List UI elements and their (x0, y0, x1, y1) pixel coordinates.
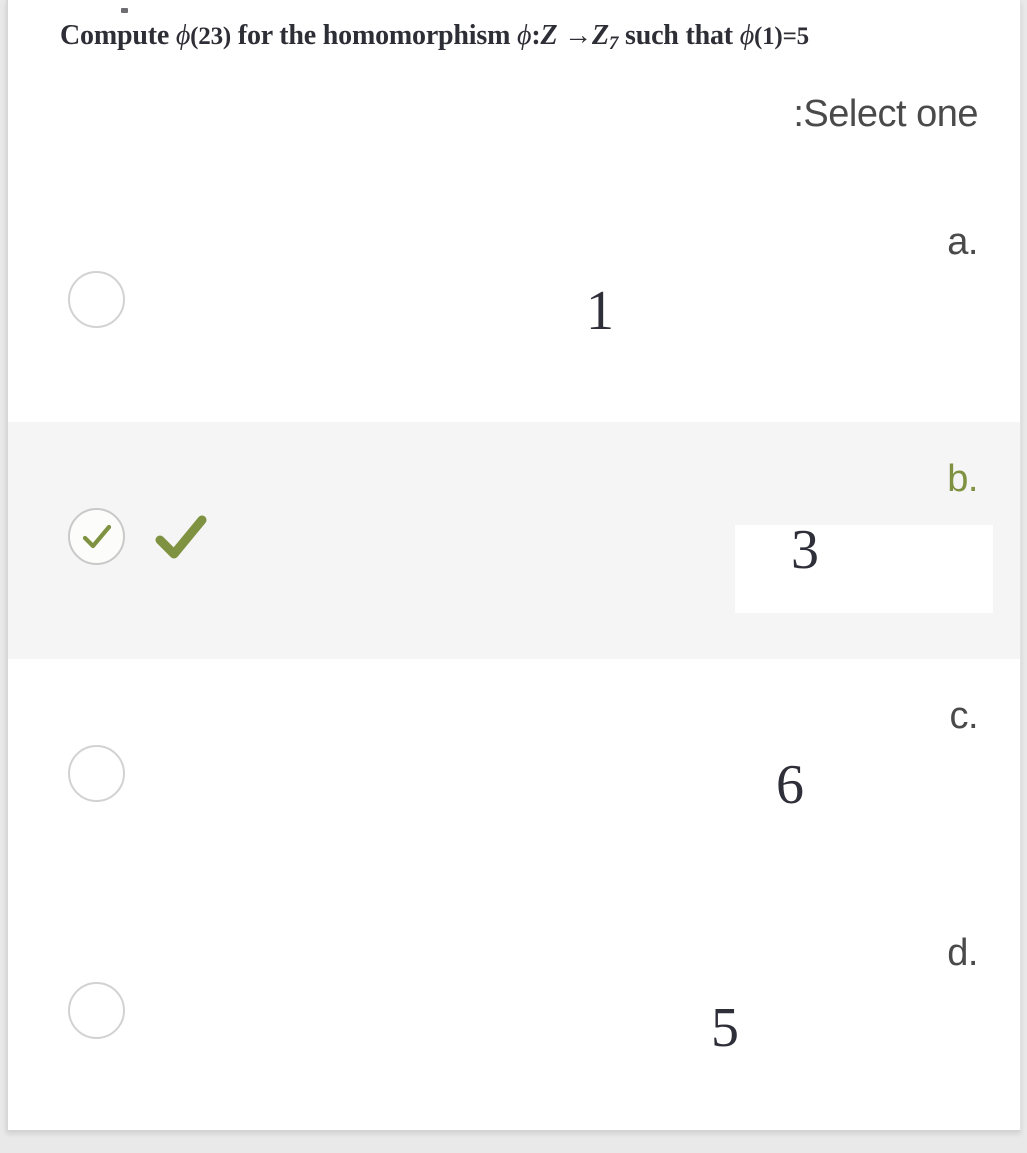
domain-set: Z (540, 20, 558, 51)
option-value-c: 6 (776, 754, 804, 816)
question-prefix: Compute (60, 20, 170, 51)
answer-row-c[interactable]: c. 6 (8, 659, 1020, 896)
radio-unchecked-icon[interactable] (68, 271, 125, 328)
codomain-subscript: 7 (608, 33, 619, 54)
condition-argument: (1) (754, 23, 783, 50)
radio-unchecked-icon[interactable] (68, 745, 125, 802)
codomain-set: Z (591, 20, 609, 51)
scan-artifact-dot (121, 8, 128, 13)
option-value-a: 1 (586, 280, 614, 342)
radio-slot-a[interactable] (68, 271, 128, 331)
phi-symbol-1: ϕ (175, 20, 191, 51)
condition-prefix: such that (625, 20, 733, 51)
select-one-prompt: :Select one (793, 93, 978, 135)
option-letter-a: a. (947, 221, 978, 263)
option-value-d: 5 (711, 997, 739, 1059)
question-middle: for the homomorphism (237, 20, 511, 51)
question-text: Compute ϕ(23) for the homomorphism ϕ:Z →… (60, 20, 960, 62)
radio-slot-d[interactable] (68, 982, 128, 1042)
answer-row-b[interactable]: b. 3 (8, 422, 1020, 659)
radio-slot-b[interactable] (68, 508, 128, 568)
value-highlight-b (735, 525, 993, 613)
arrow-symbol: → (564, 20, 592, 51)
phi-argument: (23) (190, 23, 232, 50)
answer-row-a[interactable]: a. 1 (8, 185, 1020, 422)
answer-options-list: a. 1 b. 3 c. 6 d. 5 (8, 185, 1020, 1130)
answer-row-d[interactable]: d. 5 (8, 896, 1020, 1130)
option-letter-c: c. (949, 695, 978, 737)
radio-checked-icon (82, 524, 112, 549)
option-letter-d: d. (947, 932, 978, 974)
option-letter-b: b. (947, 458, 978, 500)
phi-symbol-2: ϕ (517, 20, 532, 51)
phi-symbol-3: ϕ (739, 20, 755, 51)
radio-unchecked-icon[interactable] (68, 982, 125, 1039)
condition-value: =5 (782, 23, 810, 50)
quiz-question-card: Compute ϕ(23) for the homomorphism ϕ:Z →… (6, 0, 1021, 1131)
checkmark-icon-b (155, 515, 207, 559)
radio-slot-c[interactable] (68, 745, 128, 805)
option-value-b: 3 (791, 519, 819, 581)
